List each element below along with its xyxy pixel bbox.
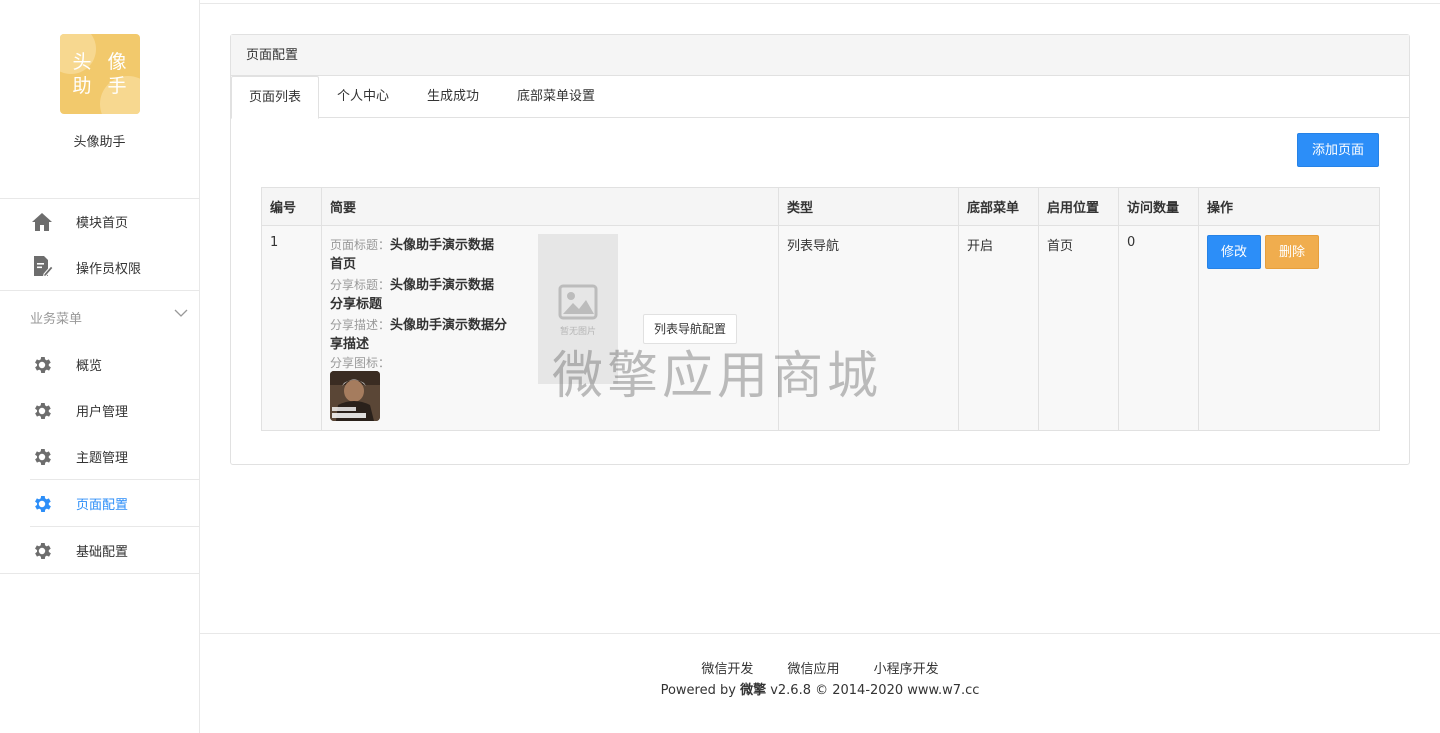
sidebar-item-theme-management[interactable]: 主题管理	[0, 433, 199, 479]
share-title-value-cont: 分享标题	[330, 297, 383, 312]
column-header-type: 类型	[778, 187, 959, 226]
cell-position: 首页	[1038, 225, 1119, 431]
tab-page-list[interactable]: 页面列表	[231, 76, 319, 119]
column-header-summary: 简要	[321, 187, 779, 226]
gear-icon	[31, 354, 53, 376]
column-header-visits: 访问数量	[1118, 187, 1199, 226]
app-logo[interactable]: 头 像 助 手	[59, 34, 140, 114]
logo-text-line1: 头 像	[72, 51, 132, 73]
cell-summary: 页面标题：头像助手演示数据 首页 分享标题：头像助手演示数据 分享标题 分享描述	[321, 225, 779, 431]
home-icon	[31, 211, 53, 233]
no-image-placeholder: 暂无图片	[538, 234, 618, 384]
share-desc-value: 头像助手演示数据分	[390, 318, 508, 333]
top-divider	[200, 3, 1440, 4]
tab-generated-success[interactable]: 生成成功	[427, 76, 479, 118]
footer-copyright: Powered by 微擎 v2.6.8 © 2014-2020 www.w7.…	[200, 679, 1440, 698]
page-title-key: 页面标题：	[330, 238, 391, 252]
document-edit-icon	[31, 255, 54, 278]
share-icon-key: 分享图标：	[330, 356, 391, 370]
gear-icon	[31, 540, 53, 562]
tab-bottom-menu-settings[interactable]: 底部菜单设置	[517, 76, 595, 118]
gear-icon	[31, 493, 53, 515]
sidebar-item-overview[interactable]: 概览	[0, 341, 199, 387]
share-title-value: 头像助手演示数据	[390, 278, 495, 293]
business-menu-header[interactable]: 业务菜单	[0, 291, 199, 341]
list-nav-config-button[interactable]: 列表导航配置	[643, 314, 738, 344]
sidebar-item-basic-config[interactable]: 基础配置	[0, 527, 199, 573]
cell-id: 1	[261, 225, 322, 431]
business-menu-title: 业务菜单	[30, 312, 83, 327]
share-title-key: 分享标题：	[330, 278, 391, 292]
sidebar-item-operator-permissions[interactable]: 操作员权限	[0, 244, 199, 290]
sidebar-item-label: 页面配置	[76, 497, 129, 513]
cell-type: 列表导航	[778, 225, 959, 431]
add-page-button[interactable]: 添加页面	[1297, 133, 1379, 167]
footer-link-wechat-dev[interactable]: 微信开发	[701, 662, 753, 677]
tab-personal-center[interactable]: 个人中心	[337, 76, 389, 118]
sidebar-item-label: 用户管理	[76, 404, 129, 420]
powered-brand[interactable]: 微擎	[740, 683, 766, 698]
brand-block: 头 像 助 手 头像助手	[0, 34, 199, 199]
column-header-position: 启用位置	[1038, 187, 1119, 226]
column-header-bottom-menu: 底部菜单	[958, 187, 1039, 226]
sidebar-top-menu: 模块首页 操作员权限	[0, 199, 199, 291]
share-desc-value-cont: 享描述	[330, 337, 370, 352]
tab-bar: 页面列表 个人中心 生成成功 底部菜单设置	[231, 76, 1409, 119]
footer-links: 微信开发 微信应用 小程序开发	[200, 658, 1440, 677]
sidebar: 头 像 助 手 头像助手 模块首页 操作员权限 业务菜单 概览 用户管理 主题管…	[0, 0, 200, 733]
sidebar-item-label: 基础配置	[76, 544, 129, 560]
logo-text-line2: 助 手	[72, 75, 132, 97]
cell-actions: 修改 删除	[1198, 225, 1380, 431]
page-config-panel: 页面配置 页面列表 个人中心 生成成功 底部菜单设置 添加页面 编号 简要 类型…	[230, 34, 1410, 465]
app-name: 头像助手	[73, 135, 126, 150]
sidebar-item-label: 操作员权限	[76, 261, 142, 277]
table-header-row: 编号 简要 类型 底部菜单 启用位置 访问数量 操作	[261, 187, 1380, 226]
footer-divider	[200, 633, 1440, 634]
gear-icon	[31, 446, 53, 468]
page-title-value-cont: 首页	[330, 257, 357, 272]
powered-prefix: Powered by	[660, 683, 741, 698]
column-header-actions: 操作	[1198, 187, 1380, 226]
chevron-down-icon	[174, 307, 188, 317]
cell-visits: 0	[1118, 225, 1199, 431]
edit-button[interactable]: 修改	[1207, 235, 1261, 269]
cell-bottom-menu: 开启	[958, 225, 1039, 431]
sidebar-item-label: 概览	[76, 358, 103, 374]
footer-link-miniprogram-dev[interactable]: 小程序开发	[874, 662, 939, 677]
sidebar-item-user-management[interactable]: 用户管理	[0, 387, 199, 433]
delete-button[interactable]: 删除	[1265, 235, 1319, 269]
footer-link-wechat-apps[interactable]: 微信应用	[787, 662, 839, 677]
share-icon-thumbnail[interactable]	[330, 371, 380, 421]
no-image-caption: 暂无图片	[559, 327, 596, 337]
sidebar-item-label: 模块首页	[76, 216, 129, 231]
sidebar-item-module-home[interactable]: 模块首页	[0, 199, 199, 244]
image-placeholder-icon	[558, 284, 598, 320]
column-header-id: 编号	[261, 187, 322, 226]
gear-icon	[31, 400, 53, 422]
powered-suffix: v2.6.8 © 2014-2020 www.w7.cc	[766, 683, 980, 698]
panel-title: 页面配置	[231, 35, 1409, 76]
page-list-table: 编号 简要 类型 底部菜单 启用位置 访问数量 操作 1 页面标题：头像助手演示…	[261, 187, 1380, 431]
sidebar-item-label: 主题管理	[76, 450, 129, 466]
table-row: 1 页面标题：头像助手演示数据 首页 分享标题：头像助手演示数据 分享标题 分享…	[261, 225, 1380, 431]
share-desc-key: 分享描述：	[330, 318, 391, 332]
page-title-value: 头像助手演示数据	[390, 238, 495, 253]
sidebar-item-page-config[interactable]: 页面配置	[0, 480, 199, 526]
